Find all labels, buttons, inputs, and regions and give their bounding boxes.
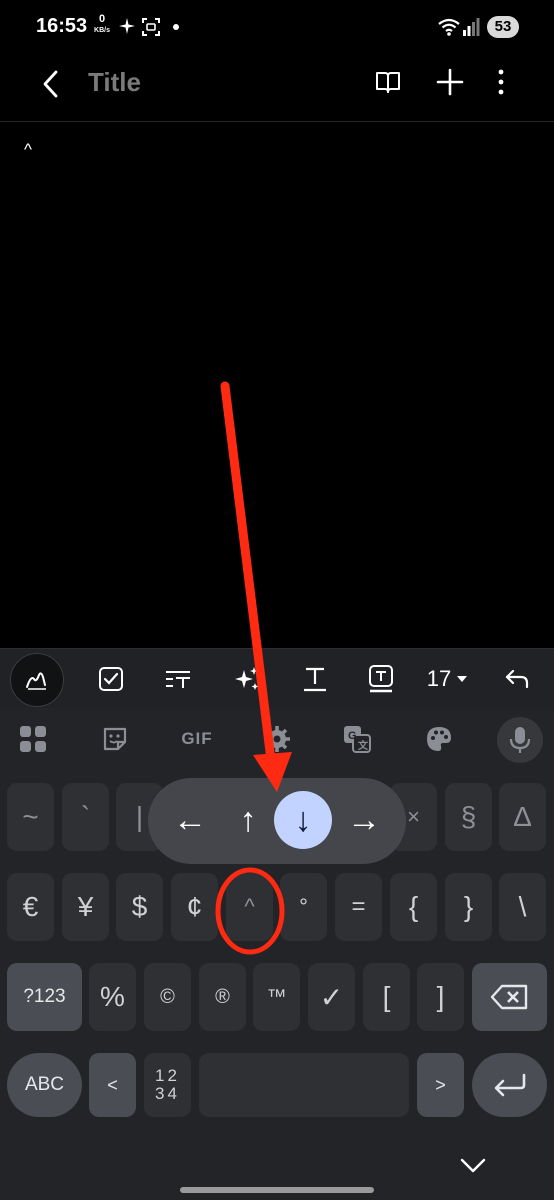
symbols-123-key[interactable]: ?123 [7, 963, 82, 1031]
screenshot-icon [142, 18, 160, 36]
translate-button[interactable]: G 文 [342, 724, 372, 754]
apps-grid-button[interactable] [18, 724, 48, 754]
checkbox-button[interactable] [96, 657, 126, 701]
sparkle-icon [119, 18, 135, 34]
theme-button[interactable] [424, 724, 454, 754]
key-cent[interactable]: ¢ [171, 873, 218, 941]
svg-text:文: 文 [358, 739, 369, 752]
key-left-bracket[interactable]: [ [363, 963, 410, 1031]
back-arrow-icon[interactable] [38, 68, 66, 100]
popup-arrow-right[interactable]: → [335, 791, 393, 849]
gif-button[interactable]: GIF [180, 724, 214, 754]
signal-icon [463, 18, 480, 36]
handwriting-icon [26, 672, 46, 690]
undo-icon [505, 669, 529, 689]
backspace-icon [490, 984, 527, 1010]
net-speed-value: 0 [98, 13, 106, 25]
numpad-bottom-digits: 34 [155, 1084, 180, 1103]
arrow-variants-popup: ← ↑ ↓ → [148, 778, 406, 864]
net-speed: 0 KB/s [91, 13, 113, 35]
text-box-button[interactable] [366, 657, 396, 701]
enter-key[interactable] [472, 1053, 547, 1117]
book-view-icon[interactable] [374, 68, 402, 96]
key-trademark[interactable]: ™ [253, 963, 300, 1031]
key-backtick[interactable]: ` [62, 783, 109, 851]
checkbox-icon [99, 667, 123, 691]
text-format-button[interactable] [300, 657, 330, 701]
abc-key[interactable]: ABC [7, 1053, 82, 1117]
app-bar: Title [0, 54, 554, 122]
wifi-icon [438, 18, 460, 36]
text-format-icon [304, 667, 326, 692]
font-size-button[interactable]: 17 [424, 657, 472, 701]
svg-text:G: G [348, 730, 357, 742]
net-speed-unit: KB/s [94, 27, 110, 34]
sticker-icon [103, 727, 127, 751]
note-body-text[interactable]: ^ [24, 140, 32, 160]
text-box-icon [369, 665, 393, 693]
text-style-button[interactable] [163, 657, 193, 701]
ai-assist-button[interactable] [232, 657, 262, 701]
key-degree[interactable]: ° [280, 873, 327, 941]
key-dollar[interactable]: $ [116, 873, 163, 941]
key-percent[interactable]: % [89, 963, 136, 1031]
notification-dot-icon [173, 24, 179, 30]
key-less-than[interactable]: < [89, 1053, 136, 1117]
numpad-key[interactable]: 12 34 [144, 1053, 191, 1117]
keyboard-settings-button[interactable] [262, 724, 292, 754]
key-caret[interactable]: ^ [226, 873, 273, 941]
palette-icon [427, 727, 451, 751]
text-style-icon [166, 671, 190, 688]
enter-icon [494, 1073, 525, 1097]
backspace-key[interactable] [472, 963, 547, 1031]
sparkles-icon [235, 667, 259, 690]
keyboard-top-bar: GIF G 文 [0, 708, 554, 770]
key-right-bracket[interactable]: ] [417, 963, 464, 1031]
key-backslash[interactable]: \ [499, 873, 546, 941]
voice-input-button[interactable] [497, 717, 543, 763]
status-time: 16:53 [36, 15, 88, 37]
more-options-icon[interactable] [487, 68, 515, 96]
key-right-brace[interactable]: } [445, 873, 492, 941]
key-left-brace[interactable]: { [390, 873, 437, 941]
editor-toolbar: 17 [0, 648, 554, 708]
undo-button[interactable] [500, 657, 534, 701]
font-size-value: 17 [426, 666, 452, 691]
key-section[interactable]: § [445, 783, 492, 851]
popup-arrow-down-selected[interactable]: ↓ [274, 791, 332, 849]
hide-keyboard-chevron-icon[interactable] [457, 1152, 489, 1178]
caret-down-icon [457, 676, 468, 682]
key-yen[interactable]: ¥ [62, 873, 109, 941]
numpad-top-digits: 12 [155, 1066, 180, 1085]
settings-gear-icon [264, 726, 290, 752]
key-copyright[interactable]: © [144, 963, 191, 1031]
key-tilde[interactable]: ~ [7, 783, 54, 851]
microphone-icon [509, 727, 531, 753]
home-indicator[interactable] [180, 1187, 374, 1193]
add-icon[interactable] [436, 68, 464, 96]
translate-icon: G 文 [344, 726, 371, 753]
note-title[interactable]: Title [88, 67, 141, 98]
key-equals[interactable]: = [335, 873, 382, 941]
battery-badge: 53 [487, 16, 519, 38]
key-registered[interactable]: ® [199, 963, 246, 1031]
pen-mode-button[interactable] [10, 653, 64, 707]
sticker-button[interactable] [100, 724, 130, 754]
apps-grid-icon [20, 726, 46, 752]
key-euro[interactable]: € [7, 873, 54, 941]
popup-arrow-left[interactable]: ← [161, 791, 219, 849]
status-bar: 16:53 0 KB/s 53 [0, 0, 554, 54]
key-delta[interactable]: Δ [499, 783, 546, 851]
popup-arrow-up[interactable]: ↑ [219, 791, 277, 849]
key-greater-than[interactable]: > [417, 1053, 464, 1117]
spacebar[interactable] [199, 1053, 409, 1117]
key-checkmark[interactable]: ✓ [308, 963, 355, 1031]
